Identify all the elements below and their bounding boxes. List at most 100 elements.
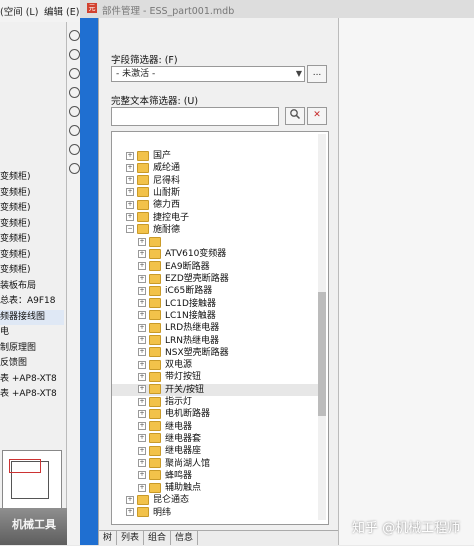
tool-icon[interactable]	[69, 87, 80, 98]
expand-icon[interactable]: +	[126, 188, 134, 197]
expand-icon[interactable]: +	[138, 336, 146, 344]
expand-icon[interactable]: +	[138, 434, 146, 443]
tree-node[interactable]: + 明纬	[112, 507, 318, 519]
tree-node[interactable]: + 带灯按钮	[112, 371, 318, 383]
tree-node[interactable]: + 国产	[112, 150, 318, 162]
tab-tree[interactable]: 树	[99, 531, 118, 545]
project-tree-item[interactable]: 制原理图	[0, 341, 64, 357]
tool-icon[interactable]	[69, 30, 80, 41]
drawing-area[interactable]	[338, 18, 474, 545]
tool-icon[interactable]	[69, 163, 80, 174]
project-tree-item[interactable]: 变频柜)	[0, 217, 64, 233]
tree-node[interactable]: + LC1D接触器	[112, 298, 318, 310]
expand-icon[interactable]: +	[126, 213, 134, 221]
expand-icon[interactable]: +	[126, 495, 134, 504]
menu-item-edit[interactable]: 编辑 (E)	[44, 4, 79, 18]
expand-icon[interactable]: +	[138, 299, 146, 308]
tree-node[interactable]: + 继电器座	[112, 445, 318, 457]
expand-icon[interactable]: +	[126, 176, 134, 185]
tree-node[interactable]: + 昆仑通态	[112, 494, 318, 506]
tree-node[interactable]: − 施耐德	[112, 224, 318, 236]
expand-icon[interactable]: +	[126, 200, 134, 209]
expand-icon[interactable]: +	[138, 274, 146, 283]
expand-icon[interactable]: +	[138, 249, 146, 258]
tool-icon[interactable]	[69, 68, 80, 79]
parts-tree[interactable]: + 国产 + 威纶通 + 尼得科 + 山耐斯 + 德力西 + 捷控电子 − 施耐德 + + ATV610变频器 +…	[111, 131, 329, 525]
tree-node[interactable]: + 尼得科	[112, 175, 318, 187]
collapse-icon[interactable]: −	[126, 225, 134, 234]
expand-icon[interactable]: +	[138, 237, 146, 246]
field-filter-select[interactable]: - 未激活 - ▼	[111, 66, 305, 82]
tree-node[interactable]: + 电机断路器	[112, 408, 318, 420]
page-thumbnail[interactable]	[2, 450, 62, 512]
tree-node[interactable]: + 辅助触点	[112, 482, 318, 494]
tool-icon[interactable]	[69, 49, 80, 60]
project-tree-item[interactable]: 变频柜)	[0, 232, 64, 248]
expand-icon[interactable]: +	[138, 311, 146, 320]
tree-node[interactable]: + 德力西	[112, 199, 318, 211]
tree-node[interactable]: + 开关/按钮	[112, 383, 318, 396]
project-tree-item[interactable]: 总表：A9F18	[0, 294, 64, 310]
tree-node[interactable]: + EA9断路器	[112, 261, 318, 273]
menu-item-space[interactable]: (空间 (L)	[0, 4, 38, 18]
tab-combination[interactable]: 组合	[144, 531, 172, 545]
tab-list[interactable]: 列表	[117, 531, 145, 545]
tree-node[interactable]: +	[112, 236, 318, 248]
expand-icon[interactable]: +	[138, 348, 146, 357]
expand-icon[interactable]: +	[138, 372, 146, 381]
expand-icon[interactable]: +	[126, 508, 134, 517]
project-tree-item[interactable]: 表 +AP8-XT8	[0, 372, 64, 388]
tab-info[interactable]: 信息	[171, 531, 199, 545]
fulltext-filter-input[interactable]	[111, 107, 279, 126]
tree-scrollbar[interactable]	[318, 134, 326, 520]
tool-icon[interactable]	[69, 144, 80, 155]
project-tree-item[interactable]: 装板布局	[0, 279, 64, 295]
expand-icon[interactable]: +	[138, 459, 146, 467]
expand-icon[interactable]: +	[138, 360, 146, 369]
expand-icon[interactable]: +	[138, 446, 146, 455]
project-tree-item[interactable]: 变频柜)	[0, 186, 64, 202]
tree-node[interactable]: + 山耐斯	[112, 187, 318, 199]
expand-icon[interactable]: +	[138, 262, 146, 271]
expand-icon[interactable]: +	[138, 409, 146, 418]
tree-node[interactable]: + iC65断路器	[112, 285, 318, 297]
project-tree[interactable]: 变频柜) 变频柜) 变频柜) 变频柜) 变频柜) 变频柜) 变频柜) 装板布局 总表：A9F18…	[0, 170, 64, 403]
tree-node[interactable]: + EZD塑壳断路器	[112, 273, 318, 285]
tree-node[interactable]: + NSX塑壳断路器	[112, 347, 318, 359]
expand-icon[interactable]: +	[138, 471, 146, 480]
tree-node[interactable]: + ATV610变频器	[112, 248, 318, 260]
expand-icon[interactable]: +	[126, 151, 134, 160]
tree-node[interactable]: + 指示灯	[112, 396, 318, 408]
project-tree-item[interactable]: 表 +AP8-XT8	[0, 387, 64, 403]
tree-node[interactable]: + 聚尚湖人馆	[112, 458, 318, 470]
scrollbar-thumb[interactable]	[318, 292, 326, 416]
project-tree-item[interactable]: 电	[0, 325, 64, 341]
expand-icon[interactable]: +	[138, 422, 146, 431]
tree-node[interactable]: + 继电器套	[112, 433, 318, 445]
project-tree-item[interactable]: 变频柜)	[0, 201, 64, 217]
tree-node[interactable]: + LRD热继电器	[112, 322, 318, 334]
tool-icon[interactable]	[69, 125, 80, 136]
tree-node[interactable]: + 威纶通	[112, 162, 318, 174]
search-icon[interactable]	[285, 107, 305, 125]
expand-icon[interactable]: +	[138, 323, 146, 332]
project-tree-item[interactable]: 反馈图	[0, 356, 64, 372]
tree-node[interactable]: + 双电源	[112, 359, 318, 371]
tool-icon[interactable]	[69, 106, 80, 117]
tree-node[interactable]: + LC1N接触器	[112, 310, 318, 322]
expand-icon[interactable]: +	[138, 397, 146, 406]
expand-icon[interactable]: +	[138, 483, 146, 492]
expand-icon[interactable]: +	[138, 286, 146, 295]
project-tree-item[interactable]: 变频柜)	[0, 248, 64, 264]
tree-node[interactable]: + 捷控电子	[112, 212, 318, 224]
tree-node[interactable]: + LRN热继电器	[112, 335, 318, 347]
tree-node[interactable]: + 继电器	[112, 421, 318, 433]
close-icon[interactable]: ✕	[307, 107, 327, 125]
project-tree-item[interactable]: 变频柜)	[0, 263, 64, 279]
project-tree-item[interactable]: 变频柜)	[0, 170, 64, 186]
field-filter-more-button[interactable]: ...	[307, 65, 327, 83]
tree-node[interactable]: + 蜂鸣器	[112, 470, 318, 482]
expand-icon[interactable]: +	[138, 385, 146, 394]
project-tree-item[interactable]: 频器接线图	[0, 309, 64, 325]
expand-icon[interactable]: +	[126, 163, 134, 172]
